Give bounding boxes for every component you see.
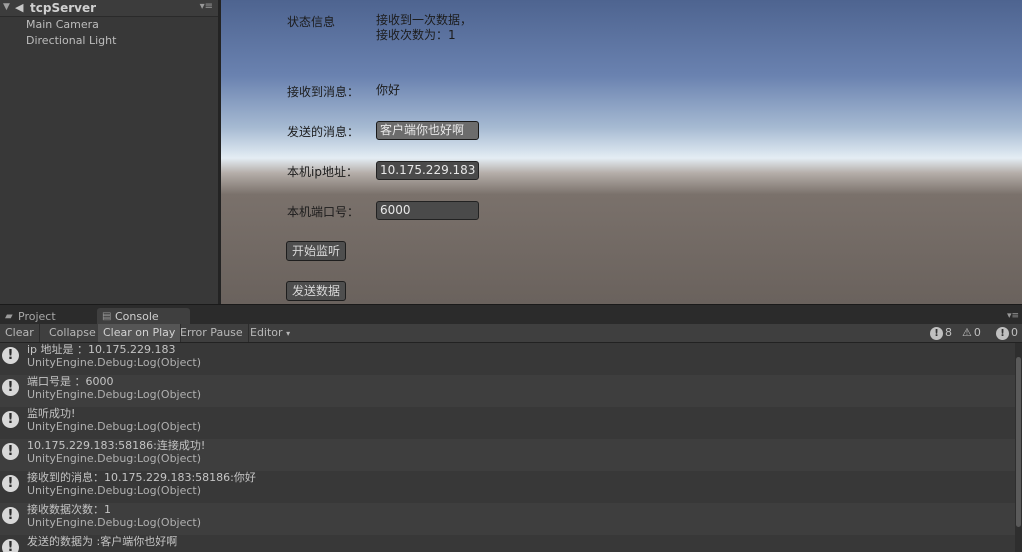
send-data-button[interactable]: 发送数据 — [286, 281, 346, 301]
log-count-toggle[interactable]: ! 8 — [930, 325, 952, 341]
warning-count: 0 — [973, 326, 981, 339]
info-icon: ! — [2, 379, 19, 396]
log-stack: UnityEngine.Debug:Log(Object) — [27, 484, 202, 497]
tab-console-label: Console — [115, 310, 159, 323]
error-count: 0 — [1011, 326, 1018, 339]
info-icon: ! — [930, 326, 943, 340]
bottom-tab-bar: ▰ Project ▤ Console ▾≡ — [0, 304, 1022, 325]
scene-name: tcpServer — [30, 1, 97, 15]
info-icon: ! — [2, 475, 19, 492]
hierarchy-item-main-camera[interactable]: Main Camera — [26, 18, 99, 31]
hierarchy-panel: ▼ ◀ tcpServer ▾≡ Main Camera Directional… — [0, 0, 219, 304]
ip-input[interactable]: 10.175.229.183 — [376, 161, 479, 180]
collapse-button[interactable]: Collapse — [44, 324, 102, 342]
status-label: 状态信息 — [287, 15, 336, 29]
info-icon: ! — [2, 347, 19, 364]
log-stack: UnityEngine.Debug:Log(Object) — [27, 452, 202, 465]
dropdown-arrow-icon: ▾ — [286, 329, 291, 338]
editor-dropdown[interactable]: Editor ▾ — [245, 324, 295, 342]
scene-header[interactable]: ▼ ◀ tcpServer ▾≡ — [0, 0, 218, 17]
clear-button[interactable]: Clear — [0, 324, 40, 342]
received-label: 接收到消息： — [287, 85, 360, 99]
console-log-list: ! ip 地址是 ：10.175.229.183 UnityEngine.Deb… — [0, 343, 1015, 552]
log-entry[interactable]: ! 10.175.229.183:58186:连接成功! UnityEngine… — [0, 439, 1015, 471]
log-stack: UnityEngine.Debug:Log(Object) — [27, 516, 202, 529]
console-toolbar: Clear Collapse Clear on Play Error Pause… — [0, 324, 1022, 343]
log-count: 8 — [945, 326, 952, 339]
error-count-toggle[interactable]: ! 0 — [996, 325, 1018, 341]
info-icon: ! — [2, 507, 19, 524]
unity-logo-icon: ◀ — [15, 1, 24, 14]
warning-icon: ⚠ — [962, 326, 972, 339]
scrollbar-thumb[interactable] — [1016, 357, 1021, 527]
received-value: 你好 — [376, 83, 401, 97]
port-label: 本机端口号： — [287, 205, 360, 219]
log-stack: UnityEngine.Debug:Log(Object) — [27, 356, 202, 369]
error-icon: ! — [996, 326, 1009, 340]
status-value: 接收到一次数据，接收次数为：1 — [376, 13, 473, 42]
log-message: 监听成功! — [27, 407, 76, 420]
info-icon: ! — [2, 539, 19, 552]
log-message: ip 地址是 ：10.175.229.183 — [27, 343, 176, 356]
log-stack: UnityEngine.Debug:Log(Object) — [27, 420, 202, 433]
port-input[interactable]: 6000 — [376, 201, 479, 220]
log-message: 接收到的消息：10.175.229.183:58186:你好 — [27, 471, 256, 484]
tab-console[interactable]: ▤ Console — [97, 308, 190, 325]
tab-project[interactable]: ▰ Project — [0, 308, 94, 325]
console-scrollbar[interactable] — [1015, 343, 1022, 552]
log-entry[interactable]: ! 接收数据次数：1 UnityEngine.Debug:Log(Object) — [0, 503, 1015, 535]
tab-menu-icon[interactable]: ▾≡ — [1007, 311, 1019, 321]
hierarchy-item-directional-light[interactable]: Directional Light — [26, 34, 116, 47]
error-pause-button[interactable]: Error Pause — [175, 324, 249, 342]
start-listen-button[interactable]: 开始监听 — [286, 241, 346, 261]
warning-count-toggle[interactable]: ⚠ 0 — [962, 325, 981, 341]
send-message-input[interactable]: 客户端你也好啊 — [376, 121, 479, 140]
log-message: 接收数据次数：1 — [27, 503, 111, 516]
log-entry[interactable]: ! ip 地址是 ：10.175.229.183 UnityEngine.Deb… — [0, 343, 1015, 375]
folder-icon: ▰ — [5, 311, 13, 322]
ip-label: 本机ip地址： — [287, 165, 358, 179]
log-entry[interactable]: ! 监听成功! UnityEngine.Debug:Log(Object) — [0, 407, 1015, 439]
log-stack: UnityEngine.Debug:Log(Object) — [27, 388, 202, 401]
info-icon: ! — [2, 443, 19, 460]
log-message: 发送的数据为 :客户端你也好啊 — [27, 535, 178, 548]
clear-on-play-button[interactable]: Clear on Play — [98, 324, 182, 342]
send-label: 发送的消息： — [287, 125, 360, 139]
log-message: 10.175.229.183:58186:连接成功! — [27, 439, 206, 452]
info-icon: ! — [2, 411, 19, 428]
tab-project-label: Project — [18, 310, 56, 323]
editor-dropdown-label: Editor — [250, 326, 283, 339]
scene-menu-icon[interactable]: ▾≡ — [200, 1, 213, 12]
collapse-arrow-icon[interactable]: ▼ — [3, 2, 10, 12]
log-entry[interactable]: ! 端口号是 ：6000 UnityEngine.Debug:Log(Objec… — [0, 375, 1015, 407]
game-view: 状态信息 接收到一次数据，接收次数为：1 接收到消息： 你好 发送的消息： 客户… — [221, 0, 1022, 304]
log-entry[interactable]: ! 接收到的消息：10.175.229.183:58186:你好 UnityEn… — [0, 471, 1015, 503]
log-message: 端口号是 ：6000 — [27, 375, 114, 388]
console-icon: ▤ — [102, 311, 112, 322]
log-entry[interactable]: ! 发送的数据为 :客户端你也好啊 — [0, 535, 1015, 552]
